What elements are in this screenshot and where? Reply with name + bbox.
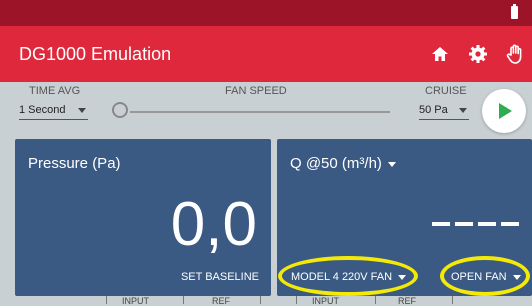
caret-down-icon bbox=[78, 108, 86, 113]
flow-value-dash bbox=[478, 222, 496, 226]
tab-divider bbox=[452, 296, 453, 304]
app-bar: DG1000 Emulation bbox=[0, 26, 532, 82]
flow-title-dropdown[interactable]: Q @50 (m³/h) bbox=[290, 155, 396, 172]
flow-title: Q @50 (m³/h) bbox=[290, 155, 382, 172]
tab-input[interactable]: INPUT bbox=[312, 296, 339, 306]
app-title: DG1000 Emulation bbox=[19, 44, 172, 64]
tab-divider bbox=[375, 296, 376, 304]
caret-down-icon bbox=[387, 161, 396, 167]
fan-speed-slider-track[interactable] bbox=[130, 111, 390, 113]
status-bar bbox=[0, 0, 532, 26]
tab-divider bbox=[183, 296, 184, 304]
controls-bar: TIME AVG 1 Second FAN SPEED CRUISE 50 Pa bbox=[0, 82, 532, 137]
pressure-panel: Pressure (Pa) 0,0 SET BASELINE bbox=[15, 139, 271, 296]
gear-icon[interactable] bbox=[466, 42, 490, 66]
cruise-select[interactable]: 50 Pa bbox=[419, 101, 469, 120]
cruise-value: 50 Pa bbox=[419, 104, 448, 116]
tab-divider bbox=[106, 296, 107, 304]
tab-divider bbox=[260, 296, 261, 304]
highlight-oval bbox=[278, 256, 418, 296]
flow-value-dash bbox=[455, 222, 473, 226]
fan-speed-label: FAN SPEED bbox=[225, 85, 287, 97]
home-icon[interactable] bbox=[428, 42, 452, 66]
cruise-label: CRUISE bbox=[425, 85, 467, 97]
flow-value-dash bbox=[432, 222, 450, 226]
battery-icon bbox=[511, 4, 518, 19]
time-avg-label: TIME AVG bbox=[29, 85, 81, 97]
time-avg-value: 1 Second bbox=[19, 104, 66, 116]
fan-speed-slider-thumb[interactable] bbox=[112, 102, 128, 118]
tab-divider bbox=[296, 296, 297, 304]
play-button[interactable] bbox=[482, 89, 526, 133]
tab-input[interactable]: INPUT bbox=[122, 296, 149, 306]
pressure-value: 0,0 bbox=[170, 190, 257, 259]
tab-ref[interactable]: REF bbox=[212, 296, 230, 306]
time-avg-select[interactable]: 1 Second bbox=[19, 101, 88, 120]
tab-ref[interactable]: REF bbox=[398, 296, 416, 306]
pressure-title: Pressure (Pa) bbox=[28, 155, 121, 172]
set-baseline-button[interactable]: SET BASELINE bbox=[181, 271, 259, 283]
hand-icon[interactable] bbox=[503, 42, 527, 66]
flow-value-dash bbox=[501, 222, 519, 226]
caret-down-icon bbox=[459, 108, 467, 113]
highlight-oval bbox=[440, 256, 530, 296]
